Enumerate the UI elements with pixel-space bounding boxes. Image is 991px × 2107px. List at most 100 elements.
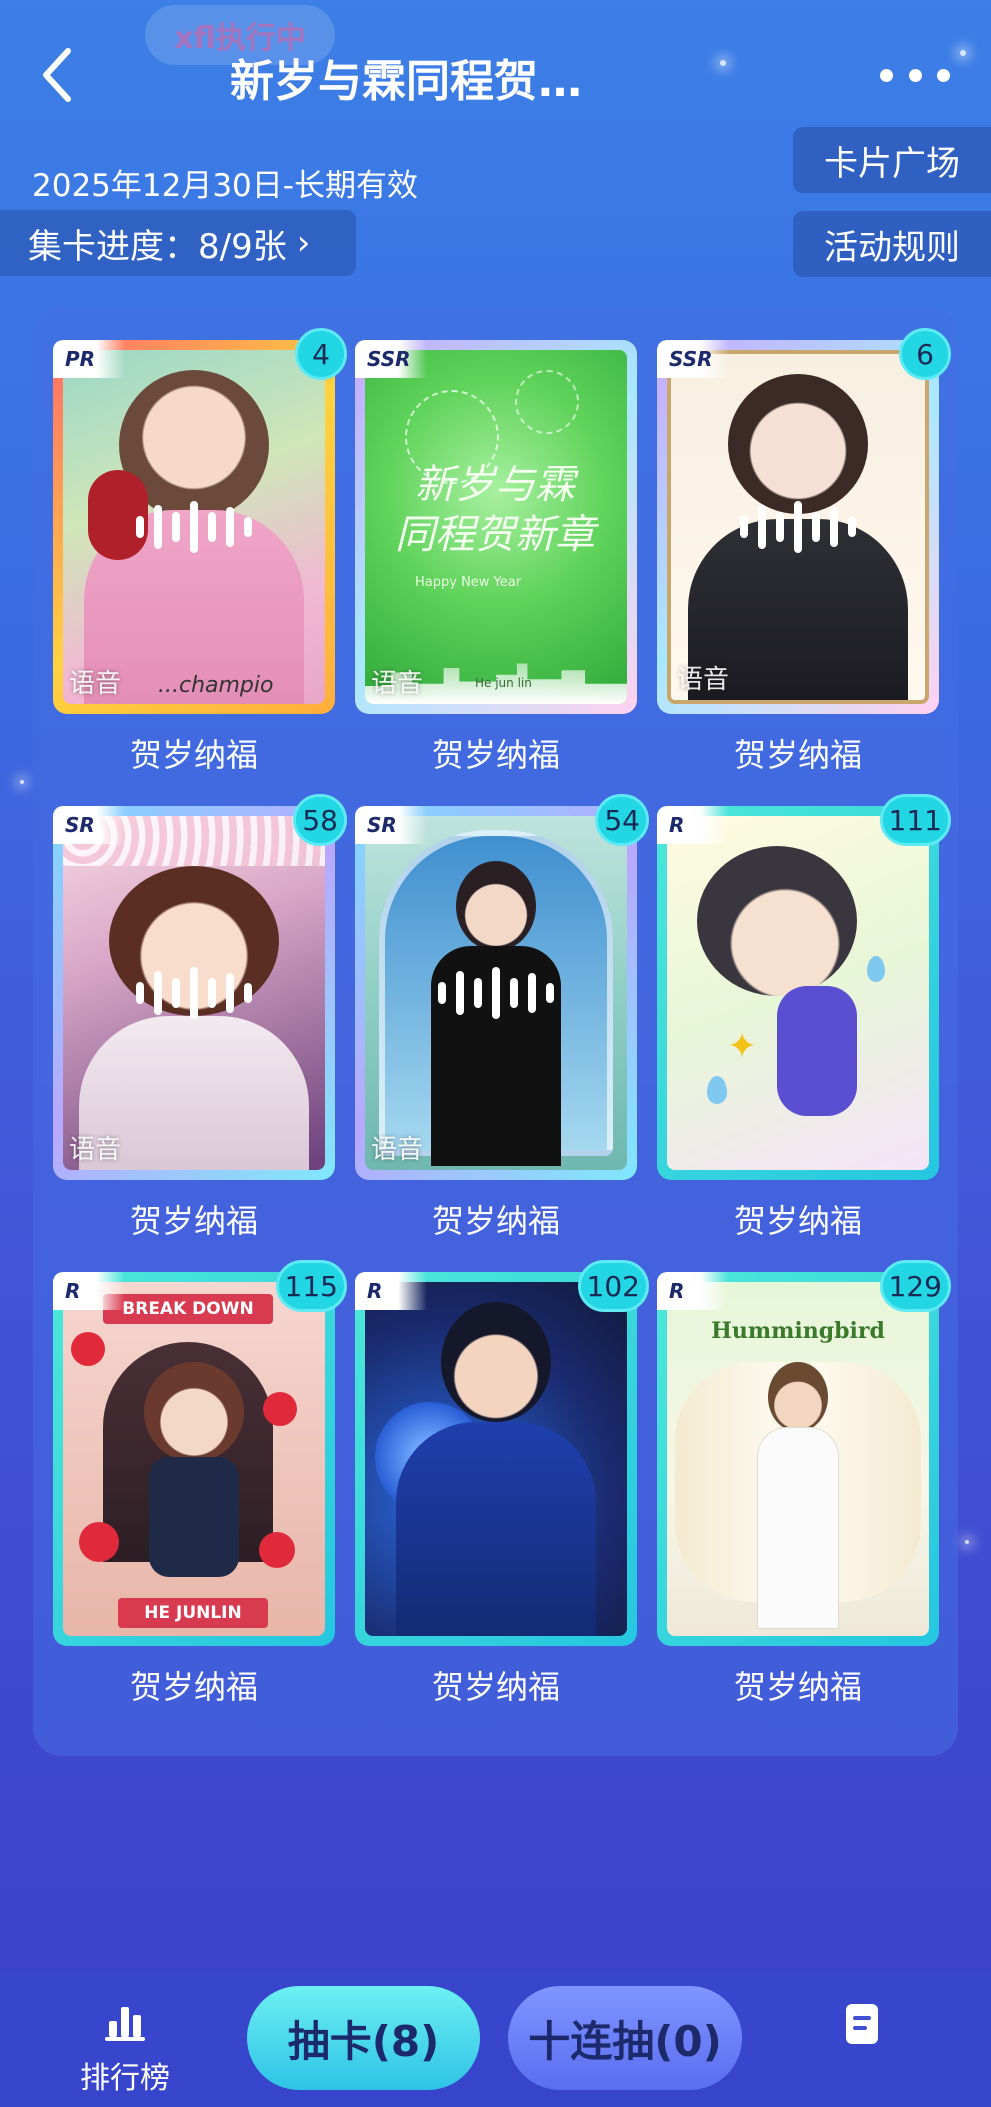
ranking-tab[interactable]: 排行榜 [70, 2003, 180, 2097]
chibi-illustration [777, 986, 857, 1116]
chibi-illustration [697, 846, 858, 996]
more-dots-icon [880, 68, 893, 82]
card-item[interactable]: 语音 SR 54 贺岁纳福 [355, 794, 649, 1242]
card-count-badge: 6 [899, 328, 951, 380]
portrait-illustration [757, 1427, 839, 1629]
voice-tag: 语音 [371, 669, 424, 699]
card-item[interactable]: 语音 SSR 6 贺岁纳福 [657, 328, 951, 776]
card-item[interactable]: ...champio 语音 PR 4 贺岁纳福 [53, 328, 347, 776]
portrait-illustration [728, 374, 868, 514]
voice-tag: 语音 [69, 669, 122, 699]
rarity-badge: SSR [657, 340, 729, 378]
card-count-badge: 58 [293, 794, 347, 846]
portrait-illustration [441, 1302, 551, 1422]
card-label: 贺岁纳福 [431, 736, 560, 774]
portrait-illustration [396, 1422, 596, 1636]
collection-progress-link[interactable]: 集卡进度：8/9张 › [0, 210, 356, 276]
rose-illustration [79, 1522, 119, 1562]
rarity-badge: PR [53, 340, 125, 378]
rose-illustration [263, 1392, 297, 1426]
sparkle-decoration [965, 1540, 969, 1544]
card-frame: BREAK DOWN HE JUNLIN R 115 [53, 1260, 347, 1646]
more-dots-icon [908, 68, 922, 82]
more-button[interactable] [880, 55, 950, 95]
card-banner-top: Hummingbird [711, 1318, 885, 1344]
card-signature: ...champio [158, 673, 274, 698]
card-count-badge: 129 [879, 1260, 951, 1312]
rose-illustration [259, 1532, 295, 1568]
voice-wave-icon [438, 967, 554, 1019]
portrait-illustration [768, 1362, 828, 1432]
card-artwork: BREAK DOWN HE JUNLIN [63, 1282, 325, 1636]
star-illustration: ✦ [727, 1026, 758, 1067]
collection-progress-label: 集卡进度：8/9张 [28, 226, 287, 267]
card-label: 贺岁纳福 [733, 1668, 862, 1706]
card-banner-bottom: HE JUNLIN [118, 1598, 268, 1628]
card-frame: Hummingbird R 129 [657, 1260, 951, 1646]
page-title: 新岁与霖同程贺… [230, 56, 582, 107]
document-icon [846, 2004, 878, 2044]
chibi-illustration [149, 1457, 239, 1577]
voice-wave-icon [740, 501, 856, 553]
card-label: 贺岁纳福 [129, 1668, 258, 1706]
card-count-badge: 54 [595, 794, 649, 846]
voice-tag: 语音 [371, 1135, 424, 1165]
card-artwork: ✦ [667, 816, 929, 1170]
rose-illustration [71, 1332, 105, 1366]
chibi-illustration [144, 1362, 244, 1462]
bar-chart-icon [105, 2007, 145, 2041]
voice-wave-icon [136, 501, 252, 553]
card-collection-panel: ...champio 语音 PR 4 贺岁纳福 新岁与霖 同程贺新章 Happy… [33, 306, 958, 1756]
raindrop-illustration [707, 1076, 727, 1104]
card-item[interactable]: 语音 SR 58 贺岁纳福 [53, 794, 347, 1242]
card-item[interactable]: BREAK DOWN HE JUNLIN R 115 贺岁纳福 [53, 1260, 347, 1708]
card-frame: ...champio 语音 PR 4 [53, 328, 347, 714]
card-artwork: 新岁与霖 同程贺新章 Happy New Year He jun lin 语音 [365, 350, 627, 704]
portrait-illustration [456, 861, 536, 951]
card-signature: He jun lin [475, 676, 532, 690]
card-calligraphy: 新岁与霖 同程贺新章 [395, 462, 595, 558]
rarity-badge: R [355, 1272, 427, 1310]
card-count-badge: 115 [275, 1260, 347, 1312]
voice-tag: 语音 [677, 665, 730, 695]
card-square-button[interactable]: 卡片广场 [793, 127, 991, 193]
rarity-badge: SSR [355, 340, 427, 378]
card-artwork: 语音 [365, 816, 627, 1170]
card-label: 贺岁纳福 [733, 736, 862, 774]
more-dots-icon [937, 68, 950, 82]
back-arrow-icon [43, 48, 71, 102]
rules-button[interactable]: 活动规则 [793, 211, 991, 277]
voice-wave-icon [136, 967, 252, 1019]
ten-draw-button[interactable]: 十连抽(0) [508, 1986, 742, 2090]
document-button[interactable] [844, 2002, 888, 2052]
voice-tag: 语音 [69, 1135, 122, 1165]
card-subtext: Happy New Year [415, 575, 522, 590]
date-range: 2025年12月30日-长期有效 [32, 168, 418, 204]
raindrop-illustration [867, 956, 885, 982]
ranking-label: 排行榜 [80, 2061, 170, 2096]
back-button[interactable] [28, 40, 88, 110]
card-label: 贺岁纳福 [733, 1202, 862, 1240]
card-count-badge: 111 [879, 794, 951, 846]
card-item[interactable]: 新岁与霖 同程贺新章 Happy New Year He jun lin 语音 … [355, 340, 637, 776]
card-frame: 语音 SR 54 [355, 794, 649, 1180]
sparkle-decoration [20, 780, 24, 784]
card-artwork: 语音 [63, 816, 325, 1170]
card-item[interactable]: ✦ R 111 贺岁纳福 [657, 794, 951, 1242]
card-label: 贺岁纳福 [129, 1202, 258, 1240]
card-frame: 新岁与霖 同程贺新章 Happy New Year He jun lin 语音 … [355, 340, 637, 714]
card-frame: R 102 [355, 1260, 649, 1646]
rarity-badge: R [657, 1272, 729, 1310]
card-item[interactable]: R 102 贺岁纳福 [355, 1260, 649, 1708]
card-frame: 语音 SR 58 [53, 794, 347, 1180]
rarity-badge: SR [53, 806, 125, 844]
rarity-badge: SR [355, 806, 427, 844]
draw-card-button[interactable]: 抽卡(8) [247, 1986, 480, 2090]
fireworks-illustration [515, 370, 579, 434]
card-label: 贺岁纳福 [431, 1668, 560, 1706]
card-artwork: ...champio 语音 [63, 350, 325, 704]
card-artwork [365, 1282, 627, 1636]
card-item[interactable]: Hummingbird R 129 贺岁纳福 [657, 1260, 951, 1708]
card-banner-top: BREAK DOWN [103, 1294, 273, 1324]
rarity-badge: R [657, 806, 729, 844]
